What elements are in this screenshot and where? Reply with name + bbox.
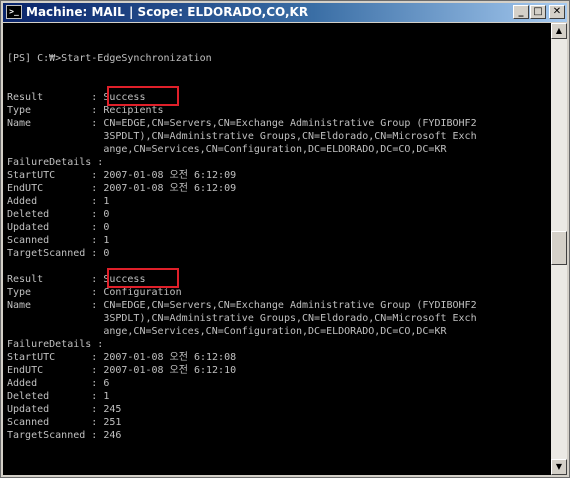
console-line: ange,CN=Services,CN=Configuration,DC=ELD… [7, 144, 447, 155]
console-line: Added : 1 [7, 196, 110, 207]
console-line: Deleted : 1 [7, 391, 110, 402]
console-line: Name : CN=EDGE,CN=Servers,CN=Exchange Ad… [7, 300, 477, 311]
console-line: Deleted : 0 [7, 209, 110, 220]
console-line: [PS] C:₩>Start-EdgeSynchronization [7, 53, 212, 64]
console-line: EndUTC : 2007-01-08 오전 6:12:09 [7, 183, 237, 194]
console-line: EndUTC : 2007-01-08 오전 6:12:10 [7, 365, 237, 376]
scroll-down-icon: ▼ [555, 462, 563, 471]
console-line: Scanned : 251 [7, 417, 122, 428]
console-line: 3SPDLT),CN=Administrative Groups,CN=Eldo… [7, 131, 477, 142]
close-button[interactable]: ✕ [549, 5, 565, 19]
scroll-up-icon: ▲ [555, 26, 563, 35]
maximize-button[interactable]: □ [530, 5, 546, 19]
success-highlight-box [107, 268, 179, 288]
console-line: Added : 6 [7, 378, 110, 389]
scrollbar-thumb[interactable] [551, 231, 567, 265]
powershell-icon: >_ [6, 5, 22, 19]
console-line: Updated : 245 [7, 404, 122, 415]
close-icon: ✕ [552, 6, 562, 17]
console-line: Scanned : 1 [7, 235, 110, 246]
minimize-icon: _ [518, 6, 524, 17]
console-line: StartUTC : 2007-01-08 오전 6:12:08 [7, 352, 237, 363]
console-line: TargetScanned : 246 [7, 430, 122, 441]
console-line: ange,CN=Services,CN=Configuration,DC=ELD… [7, 326, 447, 337]
title-bar[interactable]: >_ Machine: MAIL | Scope: ELDORADO,CO,KR… [3, 3, 567, 22]
scroll-up-button[interactable]: ▲ [551, 23, 567, 39]
console-line: Updated : 0 [7, 222, 110, 233]
maximize-icon: □ [533, 6, 543, 17]
console-line: 3SPDLT),CN=Administrative Groups,CN=Eldo… [7, 313, 477, 324]
console-line: FailureDetails : [7, 157, 104, 168]
console-line: Name : CN=EDGE,CN=Servers,CN=Exchange Ad… [7, 118, 477, 129]
scroll-down-button[interactable]: ▼ [551, 459, 567, 475]
powershell-window: >_ Machine: MAIL | Scope: ELDORADO,CO,KR… [0, 0, 570, 478]
console-line: TargetScanned : 0 [7, 248, 110, 259]
console-line: StartUTC : 2007-01-08 오전 6:12:09 [7, 170, 237, 181]
vertical-scrollbar[interactable]: ▲ ▼ [551, 23, 567, 475]
minimize-button[interactable]: _ [513, 5, 529, 19]
console-output[interactable]: [PS] C:₩>Start-EdgeSynchronization Result… [3, 23, 551, 475]
window-title: Machine: MAIL | Scope: ELDORADO,CO,KR [26, 5, 309, 19]
console-line: FailureDetails : [7, 339, 104, 350]
success-highlight-box [107, 86, 179, 106]
